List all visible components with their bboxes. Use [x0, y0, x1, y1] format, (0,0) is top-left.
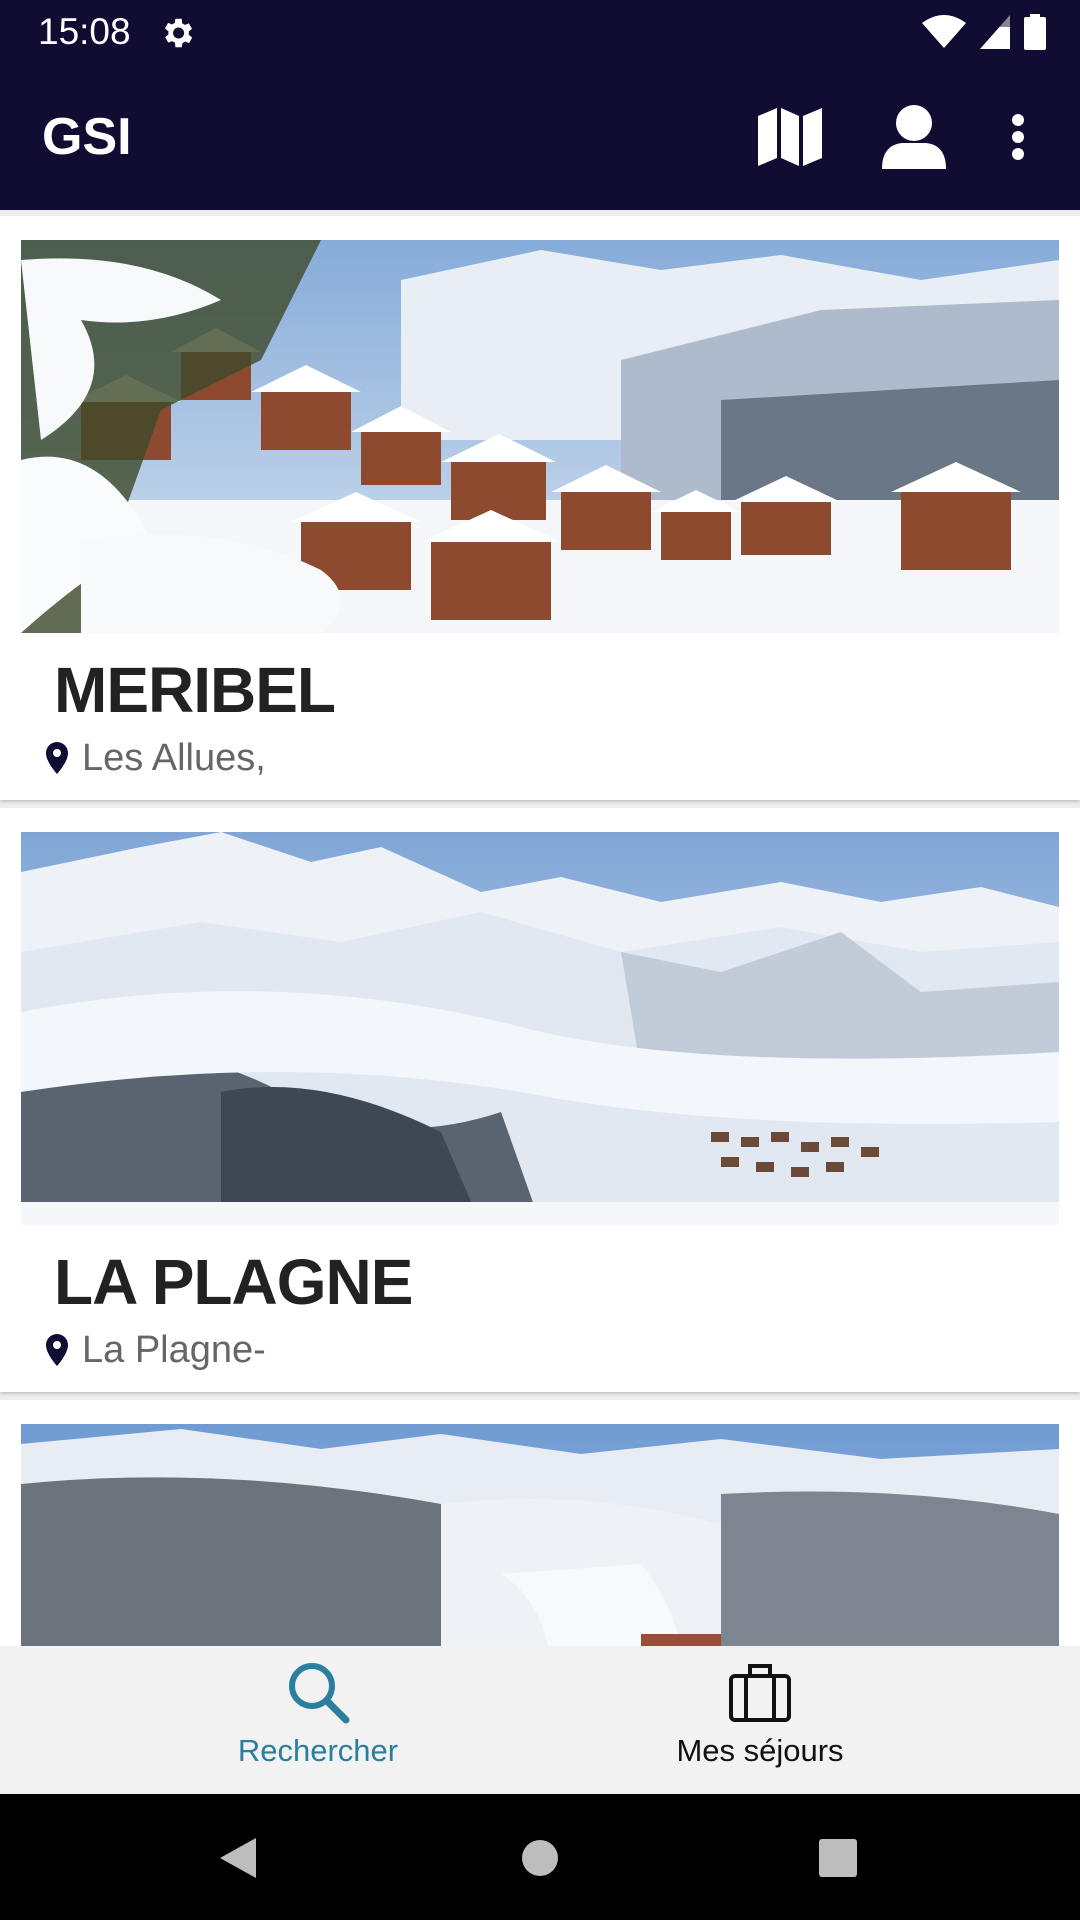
app-title: GSI: [42, 108, 132, 166]
resort-card[interactable]: [0, 1400, 1080, 1646]
resort-name: LA PLAGNE: [54, 1246, 413, 1318]
resort-image: [21, 240, 1059, 633]
nav-item-mes-sejours[interactable]: Mes séjours: [610, 1660, 910, 1784]
system-navigation-bar: [0, 1794, 1080, 1920]
nav-label: Rechercher: [237, 1733, 399, 1768]
location-pin-icon: [46, 742, 68, 774]
battery-icon: [1024, 14, 1046, 50]
resort-location: La Plagne-: [46, 1326, 266, 1374]
settings-icon: [164, 18, 193, 48]
nav-item-rechercher[interactable]: Rechercher: [168, 1660, 468, 1784]
search-icon: [289, 1663, 350, 1724]
resort-location-text: La Plagne-: [82, 1329, 266, 1371]
resort-image: [21, 1424, 1059, 1646]
account-icon: [882, 105, 946, 169]
home-icon[interactable]: [520, 1838, 560, 1878]
overflow-menu-button[interactable]: [990, 99, 1046, 175]
account-button[interactable]: [866, 99, 962, 175]
location-pin-icon: [46, 1334, 68, 1366]
suitcase-icon: [729, 1664, 791, 1722]
cell-signal-icon: [980, 15, 1010, 49]
wifi-icon: [922, 15, 966, 48]
resort-image: [21, 832, 1059, 1225]
status-icons: [922, 14, 1046, 50]
back-icon[interactable]: [216, 1836, 260, 1880]
status-time: 15:08: [38, 11, 131, 52]
resort-card[interactable]: LA PLAGNE La Plagne-: [0, 808, 1080, 1392]
nav-label: Mes séjours: [676, 1733, 844, 1768]
recents-icon[interactable]: [818, 1838, 858, 1878]
bottom-navigation: Rechercher Mes séjours: [0, 1646, 1080, 1794]
resort-name: MERIBEL: [54, 654, 336, 726]
overflow-menu-icon: [1012, 114, 1024, 160]
resort-location: Les Allues,: [46, 734, 266, 782]
status-bar: 15:08: [0, 0, 1080, 63]
resort-list[interactable]: MERIBEL Les Allues, LA PLAGNE La Plagne-: [0, 210, 1080, 1646]
map-button[interactable]: [742, 99, 838, 175]
resort-card[interactable]: MERIBEL Les Allues,: [0, 216, 1080, 800]
app-bar: GSI: [0, 63, 1080, 210]
map-icon: [758, 108, 822, 166]
resort-location-text: Les Allues,: [82, 737, 266, 779]
